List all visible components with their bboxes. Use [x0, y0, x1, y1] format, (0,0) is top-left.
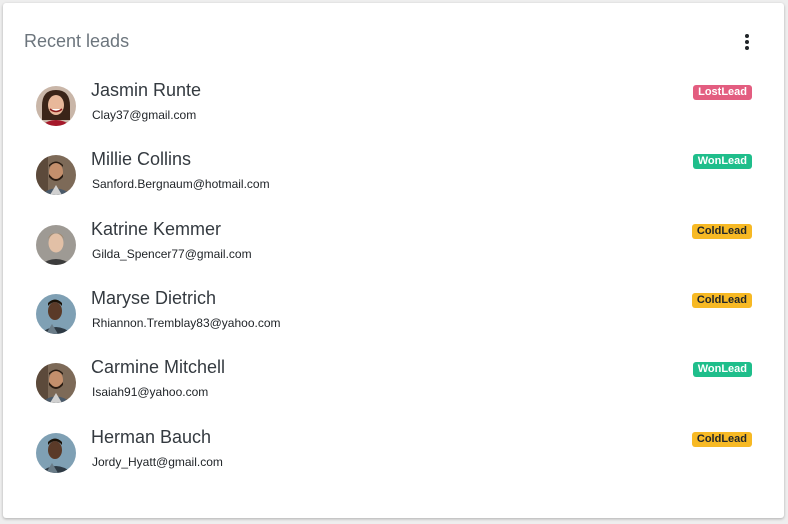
lead-name: Jasmin Runte — [91, 80, 202, 100]
lead-email: Isaiah91@yahoo.com — [92, 385, 209, 399]
lead-name: Carmine Mitchell — [91, 357, 226, 377]
lead-name: Herman Bauch — [91, 427, 212, 447]
lead-item[interactable]: Carmine Mitchell Isaiah91@yahoo.com WonL… — [3, 357, 784, 417]
lead-name: Millie Collins — [91, 149, 192, 169]
status-badge: LostLead — [693, 85, 752, 100]
avatar-man-dark-icon — [36, 294, 76, 334]
avatar-man-blonde-icon — [36, 225, 76, 265]
lead-item[interactable]: Herman Bauch Jordy_Hyatt@gmail.com ColdL… — [3, 427, 784, 487]
lead-item[interactable]: Jasmin Runte Clay37@gmail.com LostLead — [3, 80, 784, 140]
lead-name: Maryse Dietrich — [91, 288, 217, 308]
status-badge: WonLead — [692, 154, 752, 169]
status-badge: ColdLead — [691, 432, 752, 447]
avatar-woman-smiling-icon — [36, 86, 76, 126]
status-badge: WonLead — [692, 362, 752, 377]
lead-email: Clay37@gmail.com — [92, 108, 197, 122]
more-options-icon[interactable] — [737, 30, 757, 54]
recent-leads-card: Recent leads Jasmin Runte Clay37@gmail.c… — [3, 3, 784, 518]
lead-name: Katrine Kemmer — [91, 219, 222, 239]
lead-email: Jordy_Hyatt@gmail.com — [92, 455, 223, 469]
lead-item[interactable]: Maryse Dietrich Rhiannon.Tremblay83@yaho… — [3, 288, 784, 348]
lead-email: Rhiannon.Tremblay83@yahoo.com — [92, 316, 281, 330]
avatar-man-bearded-icon — [36, 155, 76, 195]
avatar-man-bearded-icon — [36, 363, 76, 403]
status-badge: ColdLead — [691, 293, 752, 308]
lead-email: Gilda_Spencer77@gmail.com — [92, 247, 252, 261]
lead-item[interactable]: Millie Collins Sanford.Bergnaum@hotmail.… — [3, 149, 784, 209]
avatar-man-dark-icon — [36, 433, 76, 473]
lead-email: Sanford.Bergnaum@hotmail.com — [92, 177, 270, 191]
card-title: Recent leads — [24, 31, 130, 51]
lead-item[interactable]: Katrine Kemmer Gilda_Spencer77@gmail.com… — [3, 219, 784, 279]
status-badge: ColdLead — [691, 224, 752, 239]
